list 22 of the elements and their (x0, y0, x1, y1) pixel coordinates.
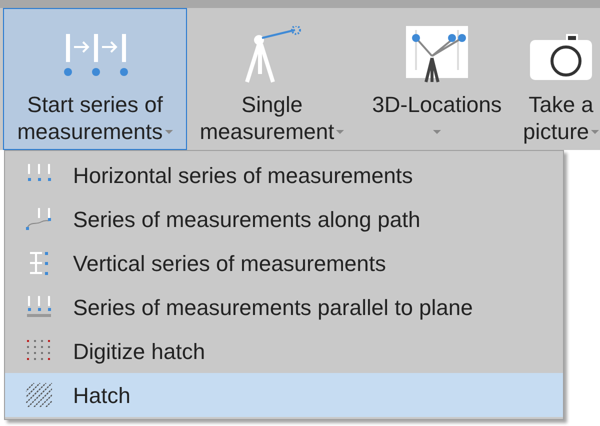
menu-item[interactable]: Series of measurements along path (5, 197, 563, 241)
menu-item-label: Series of measurements along path (73, 206, 420, 234)
menu-item-label: Horizontal series of measurements (73, 162, 413, 190)
ribbon-button[interactable]: 3D-Locations (357, 8, 517, 150)
menu-item-label: Digitize hatch (73, 338, 206, 366)
hatch-icon (26, 383, 52, 407)
plane-series-icon (26, 295, 52, 319)
menu-item-label: Series of measurements parallel to plane (73, 294, 473, 322)
menu-item[interactable]: Hatch (5, 373, 563, 417)
path-series-icon (26, 207, 52, 231)
measurement-series-icon (62, 34, 128, 78)
ribbon-button[interactable]: Start series of measurements (3, 8, 187, 150)
menu-item-label: Hatch (73, 382, 130, 410)
camera-icon (530, 32, 592, 80)
dot-grid-icon (26, 339, 52, 363)
menu-item-label: Vertical series of measurements (73, 250, 386, 278)
menu-item[interactable]: Vertical series of measurements (5, 241, 563, 285)
ribbon-button[interactable]: Take a picture (519, 8, 600, 150)
menu-item[interactable]: Digitize hatch (5, 329, 563, 373)
menu-item[interactable]: Horizontal series of measurements (5, 153, 563, 197)
ribbon-button[interactable]: Single measurement (189, 8, 355, 150)
menu-item[interactable]: Series of measurements parallel to plane (5, 285, 563, 329)
